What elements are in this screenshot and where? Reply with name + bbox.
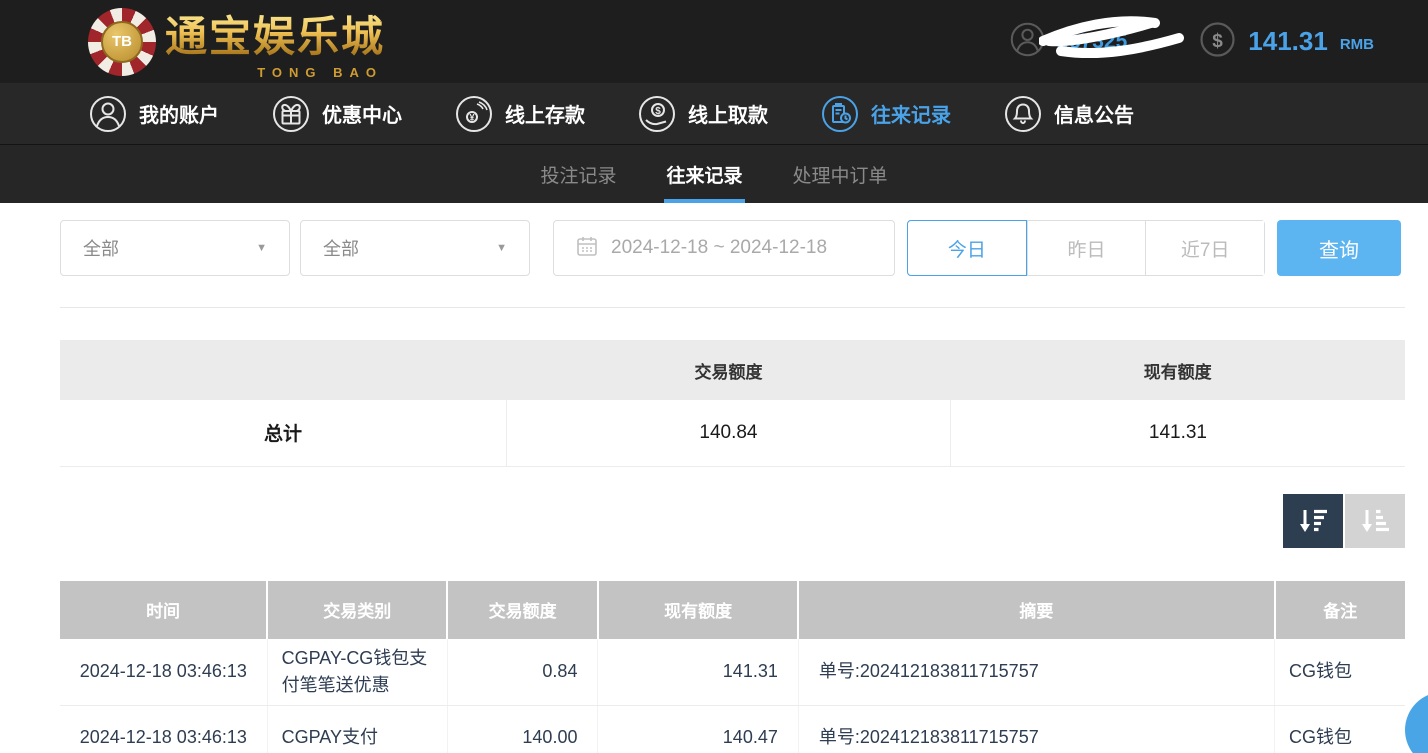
main-nav: 我的账户 优惠中心 ¥ 线上存款 xyxy=(0,83,1428,144)
summary-header-empty xyxy=(60,340,507,400)
col-balance: 现有额度 xyxy=(598,581,798,639)
summary-total-label: 总计 xyxy=(60,400,507,466)
sort-ascending-button[interactable] xyxy=(1345,494,1405,548)
section-divider xyxy=(60,307,1405,308)
svg-text:$: $ xyxy=(1213,31,1224,52)
summary-total-row: 总计 140.84 141.31 xyxy=(60,400,1405,466)
calendar-icon xyxy=(576,235,598,262)
topbar: TB 通宝娱乐城 TONG BAO bc7325 xyxy=(0,0,1428,83)
content: 全部 ▼ 全部 ▼ 2024-12-18 ~ 2024-12-18 今日 昨日 … xyxy=(0,203,1428,753)
type-select[interactable]: 全部 ▼ xyxy=(60,220,290,276)
bell-icon xyxy=(1003,94,1043,134)
nav-item-transactions[interactable]: 往来记录 xyxy=(820,94,951,134)
user-account[interactable]: bc7325 xyxy=(1009,21,1127,63)
balance-amount: 141.31 xyxy=(1248,26,1328,57)
quick-btn-last7days[interactable]: 近7日 xyxy=(1145,221,1264,275)
nav-item-my-account[interactable]: 我的账户 xyxy=(88,94,219,134)
brand-title: 通宝娱乐城 xyxy=(165,3,385,64)
brand-text: 通宝娱乐城 TONG BAO xyxy=(165,3,385,80)
balance-currency: RMB xyxy=(1340,30,1374,53)
col-time: 时间 xyxy=(60,581,267,639)
tab-pending-orders[interactable]: 处理中订单 xyxy=(791,145,890,203)
quick-btn-today[interactable]: 今日 xyxy=(907,220,1027,276)
svg-text:¥: ¥ xyxy=(469,112,474,122)
chevron-down-icon: ▼ xyxy=(496,242,507,254)
cell-time: 2024-12-18 03:46:13 xyxy=(60,639,267,706)
tab-label: 往来记录 xyxy=(666,161,742,188)
cell-time: 2024-12-18 03:46:13 xyxy=(60,705,267,753)
summary-header-row: 交易额度 现有额度 xyxy=(60,340,1405,400)
cell-summary: 单号:202412183811715757 xyxy=(798,705,1274,753)
category-select-value: 全部 xyxy=(323,235,359,261)
col-summary: 摘要 xyxy=(798,581,1274,639)
brand-logo[interactable]: TB 通宝娱乐城 TONG BAO xyxy=(88,3,385,80)
sort-descending-button[interactable] xyxy=(1283,494,1343,548)
summary-header-balance: 现有额度 xyxy=(950,340,1405,400)
table-row: 2024-12-18 03:46:13 CGPAY-CG钱包支付笔笔送优惠 0.… xyxy=(60,639,1405,706)
balance[interactable]: $ 141.31 RMB xyxy=(1199,21,1374,63)
poker-chip-icon: TB xyxy=(88,8,156,76)
col-note: 备注 xyxy=(1275,581,1406,639)
topbar-right: bc7325 $ 141.31 RMB xyxy=(1009,21,1374,63)
nav-item-withdraw[interactable]: $ 线上取款 xyxy=(637,94,768,134)
deposit-hand-coin-icon: ¥ xyxy=(454,94,494,134)
col-type: 交易类别 xyxy=(267,581,447,639)
type-select-value: 全部 xyxy=(83,235,119,261)
cell-note: CG钱包 xyxy=(1275,705,1406,753)
dollar-coin-icon: $ xyxy=(1199,21,1236,63)
table-row: 2024-12-18 03:46:13 CGPAY支付 140.00 140.4… xyxy=(60,705,1405,753)
filter-row: 全部 ▼ 全部 ▼ 2024-12-18 ~ 2024-12-18 今日 昨日 … xyxy=(60,220,1405,276)
active-tab-underline xyxy=(664,199,744,203)
brand-subtitle: TONG BAO xyxy=(257,65,383,80)
cell-balance: 141.31 xyxy=(598,639,798,706)
date-range-picker[interactable]: 2024-12-18 ~ 2024-12-18 xyxy=(553,220,895,276)
date-range-value: 2024-12-18 ~ 2024-12-18 xyxy=(611,237,827,259)
records-clipboard-icon xyxy=(820,94,860,134)
nav-item-announcements[interactable]: 信息公告 xyxy=(1003,94,1134,134)
chevron-down-icon: ▼ xyxy=(256,242,267,254)
cell-type: CGPAY支付 xyxy=(267,705,447,753)
transactions-table: 时间 交易类别 交易额度 现有额度 摘要 备注 2024-12-18 03:46… xyxy=(60,581,1405,753)
nav-label: 优惠中心 xyxy=(322,99,402,128)
quick-btn-yesterday[interactable]: 昨日 xyxy=(1027,221,1146,275)
sub-nav: 投注记录 往来记录 处理中订单 xyxy=(0,144,1428,203)
user-icon xyxy=(1009,21,1046,63)
summary-total-transaction: 140.84 xyxy=(507,400,951,466)
search-button[interactable]: 查询 xyxy=(1277,220,1401,276)
sort-controls xyxy=(60,494,1405,548)
nav-label: 信息公告 xyxy=(1054,99,1134,128)
nav-item-deposit[interactable]: ¥ 线上存款 xyxy=(454,94,585,134)
nav-label: 线上存款 xyxy=(505,99,585,128)
tab-label: 处理中订单 xyxy=(793,161,888,188)
username: bc7325 xyxy=(1056,30,1127,54)
cell-amount: 140.00 xyxy=(447,705,598,753)
withdraw-hand-coin-icon: $ xyxy=(637,94,677,134)
cell-type: CGPAY-CG钱包支付笔笔送优惠 xyxy=(267,639,447,706)
chip-monogram: TB xyxy=(101,21,143,63)
svg-text:$: $ xyxy=(655,106,661,117)
gift-icon xyxy=(271,94,311,134)
nav-label: 我的账户 xyxy=(139,99,219,128)
nav-label: 线上取款 xyxy=(688,99,768,128)
nav-label: 往来记录 xyxy=(871,99,951,128)
quick-date-group: 今日 昨日 近7日 xyxy=(907,220,1265,276)
category-select[interactable]: 全部 ▼ xyxy=(300,220,530,276)
tab-bet-records[interactable]: 投注记录 xyxy=(538,145,618,203)
summary-total-balance: 141.31 xyxy=(950,400,1405,466)
summary-header-transaction: 交易额度 xyxy=(507,340,951,400)
col-amount: 交易额度 xyxy=(447,581,598,639)
tab-transaction-records[interactable]: 往来记录 xyxy=(664,145,744,203)
user-circle-icon xyxy=(88,94,128,134)
transactions-header-row: 时间 交易类别 交易额度 现有额度 摘要 备注 xyxy=(60,581,1405,639)
summary-table: 交易额度 现有额度 总计 140.84 141.31 xyxy=(60,340,1405,467)
cell-summary: 单号:202412183811715757 xyxy=(798,639,1274,706)
nav-item-promotions[interactable]: 优惠中心 xyxy=(271,94,402,134)
cell-balance: 140.47 xyxy=(598,705,798,753)
cell-amount: 0.84 xyxy=(447,639,598,706)
tab-label: 投注记录 xyxy=(540,161,616,188)
cell-note: CG钱包 xyxy=(1275,639,1406,706)
